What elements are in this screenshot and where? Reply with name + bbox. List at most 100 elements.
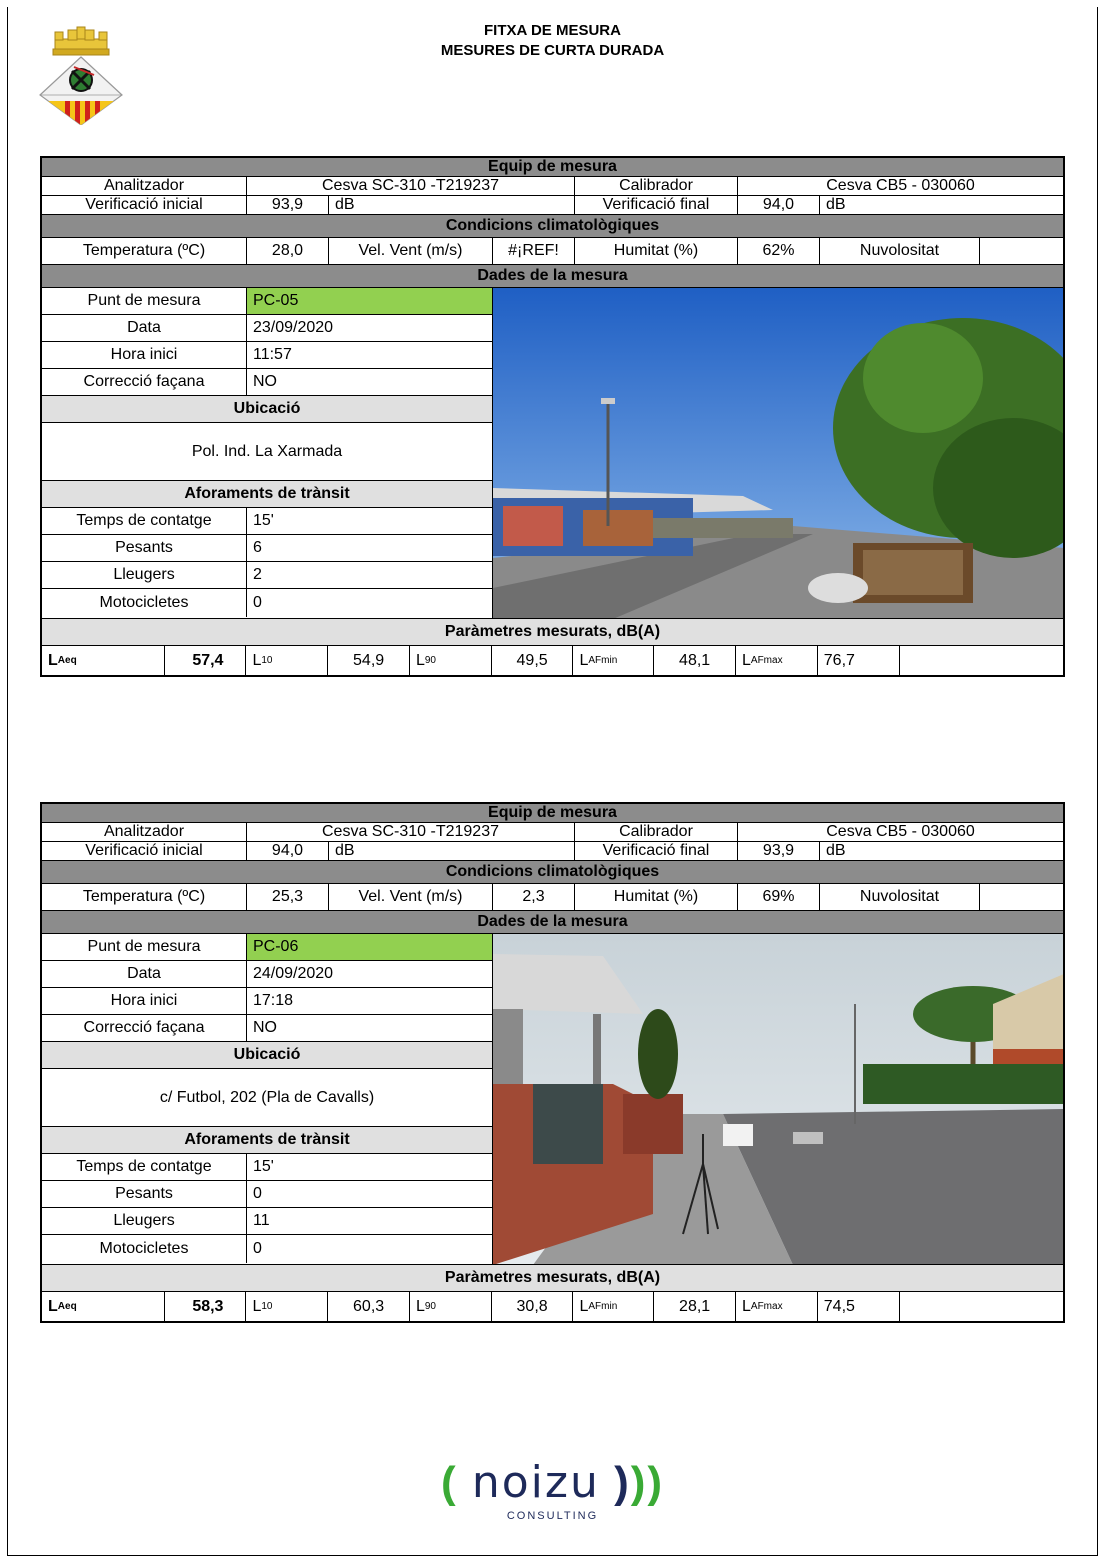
logo-open-paren: ( (440, 1458, 458, 1507)
analitzador-label: Analitzador (42, 823, 247, 841)
data-value: 24/09/2020 (253, 965, 334, 982)
humitat-value: 62% (738, 238, 820, 264)
temperatura-label: Temperatura (ºC) (42, 238, 247, 264)
humitat-label: Humitat (%) (575, 238, 738, 264)
temperatura-label: Temperatura (ºC) (42, 884, 247, 910)
lleugers-value: 2 (253, 566, 262, 583)
motocicletes-label: Motocicletes (42, 1235, 247, 1263)
data-label: Data (42, 961, 247, 987)
temperatura-value: 28,0 (247, 238, 329, 264)
noizu-consulting-logo: ( noizu ))) CONSULTING (0, 1457, 1105, 1523)
ubicacio-value: Pol. Ind. La Xarmada (191, 442, 343, 460)
lleugers-value: 11 (253, 1212, 270, 1229)
humitat-value: 69% (738, 884, 820, 910)
hora-value: 17:18 (253, 992, 294, 1009)
aforaments-title: Aforaments de trànsit (184, 485, 350, 502)
temps-label: Temps de contatge (42, 1154, 247, 1180)
lafmax-label: L AFmax (736, 646, 818, 675)
analitzador-value: Cesva SC-310 -T219237 (247, 823, 575, 841)
l90-value: 30,8 (492, 1292, 574, 1321)
data-label: Data (42, 315, 247, 341)
params-title: Paràmetres mesurats, dB(A) (444, 623, 661, 640)
correccio-value: NO (253, 373, 277, 390)
ubicacio-title: Ubicació (233, 400, 301, 417)
punt-label: Punt de mesura (42, 288, 247, 314)
ubicacio-title: Ubicació (233, 1046, 301, 1063)
document-title: FITXA DE MESURA (484, 22, 621, 39)
verificacio-final-value: 93,9 (738, 842, 820, 860)
aforaments-title: Aforaments de trànsit (184, 1131, 350, 1148)
measurement-sheet-1: Equip de mesura Analitzador Cesva SC-310… (40, 156, 1065, 677)
punt-label: Punt de mesura (42, 934, 247, 960)
data-value: 23/09/2020 (253, 319, 334, 336)
temperatura-value: 25,3 (247, 884, 329, 910)
motocicletes-label: Motocicletes (42, 589, 247, 617)
calibrador-value: Cesva CB5 - 030060 (826, 177, 975, 194)
lafmin-value: 28,1 (654, 1292, 736, 1321)
hora-value: 11:57 (253, 346, 292, 363)
pesants-label: Pesants (42, 535, 247, 561)
measurement-sheet-2: Equip de mesura Analitzador Cesva SC-310… (40, 802, 1065, 1323)
clima-title: Condicions climatològiques (42, 861, 1063, 883)
logo-wave-icon: )) (630, 1458, 665, 1507)
lafmax-value: 74,5 (818, 1292, 900, 1321)
logo-word: noizu (471, 1457, 600, 1508)
temps-label: Temps de contatge (42, 508, 247, 534)
verificacio-final-unit: dB (826, 842, 846, 859)
correccio-label: Correcció façana (42, 1015, 247, 1041)
nuvolositat-label: Nuvolositat (820, 884, 980, 910)
hora-label: Hora inici (42, 342, 247, 368)
temps-value: 15' (253, 1158, 274, 1175)
temps-value: 15' (253, 512, 274, 529)
dades-title: Dades de la mesura (42, 265, 1063, 287)
vent-label: Vel. Vent (m/s) (329, 884, 493, 910)
municipal-crest-logo (39, 26, 123, 125)
l10-value: 60,3 (328, 1292, 410, 1321)
verificacio-inicial-value: 94,0 (247, 842, 329, 860)
params-empty-cell (900, 1292, 1063, 1321)
laeq-value: 57,4 (165, 646, 247, 675)
calibrador-value: Cesva CB5 - 030060 (826, 823, 975, 840)
correccio-value: NO (253, 1019, 277, 1036)
lafmin-label: L AFmin (573, 1292, 655, 1321)
lafmin-label: L AFmin (573, 646, 655, 675)
punt-value: PC-06 (247, 934, 492, 960)
punt-value: PC-05 (247, 288, 492, 314)
analitzador-value: Cesva SC-310 -T219237 (247, 177, 575, 195)
lafmax-label: L AFmax (736, 1292, 818, 1321)
site-photo-pc06 (492, 934, 1063, 1264)
lafmin-value: 48,1 (654, 646, 736, 675)
calibrador-label: Calibrador (575, 823, 738, 841)
lafmax-value: 76,7 (818, 646, 900, 675)
laeq-label: L Aeq (42, 646, 165, 675)
params-empty-cell (900, 646, 1063, 675)
l90-value: 49,5 (492, 646, 574, 675)
verificacio-final-label: Verificació final (575, 842, 738, 860)
laeq-value: 58,3 (165, 1292, 247, 1321)
verificacio-inicial-value: 93,9 (247, 196, 329, 214)
l10-label: L 10 (246, 646, 329, 675)
ubicacio-value: c/ Futbol, 202 (Pla de Cavalls) (159, 1088, 375, 1106)
vent-label: Vel. Vent (m/s) (329, 238, 493, 264)
motocicletes-value: 0 (253, 1240, 262, 1257)
nuvolositat-label: Nuvolositat (820, 238, 980, 264)
document-subtitle: MESURES DE CURTA DURADA (440, 42, 665, 59)
vent-value: #¡REF! (493, 238, 575, 264)
vent-value: 2,3 (493, 884, 575, 910)
pesants-value: 6 (253, 539, 262, 556)
motocicletes-value: 0 (253, 594, 262, 611)
verificacio-final-value: 94,0 (738, 196, 820, 214)
dades-title: Dades de la mesura (42, 911, 1063, 933)
l90-label: L 90 (410, 1292, 492, 1321)
logo-close-paren: ) (614, 1458, 631, 1507)
clima-title: Condicions climatològiques (42, 215, 1063, 237)
verificacio-final-label: Verificació final (575, 196, 738, 214)
lleugers-label: Lleugers (42, 562, 247, 588)
lleugers-label: Lleugers (42, 1208, 247, 1234)
verificacio-inicial-label: Verificació inicial (42, 842, 247, 860)
l10-label: L 10 (246, 1292, 329, 1321)
verificacio-inicial-unit: dB (329, 842, 575, 860)
verificacio-final-unit: dB (826, 196, 846, 213)
hora-label: Hora inici (42, 988, 247, 1014)
equip-title: Equip de mesura (42, 158, 1063, 176)
